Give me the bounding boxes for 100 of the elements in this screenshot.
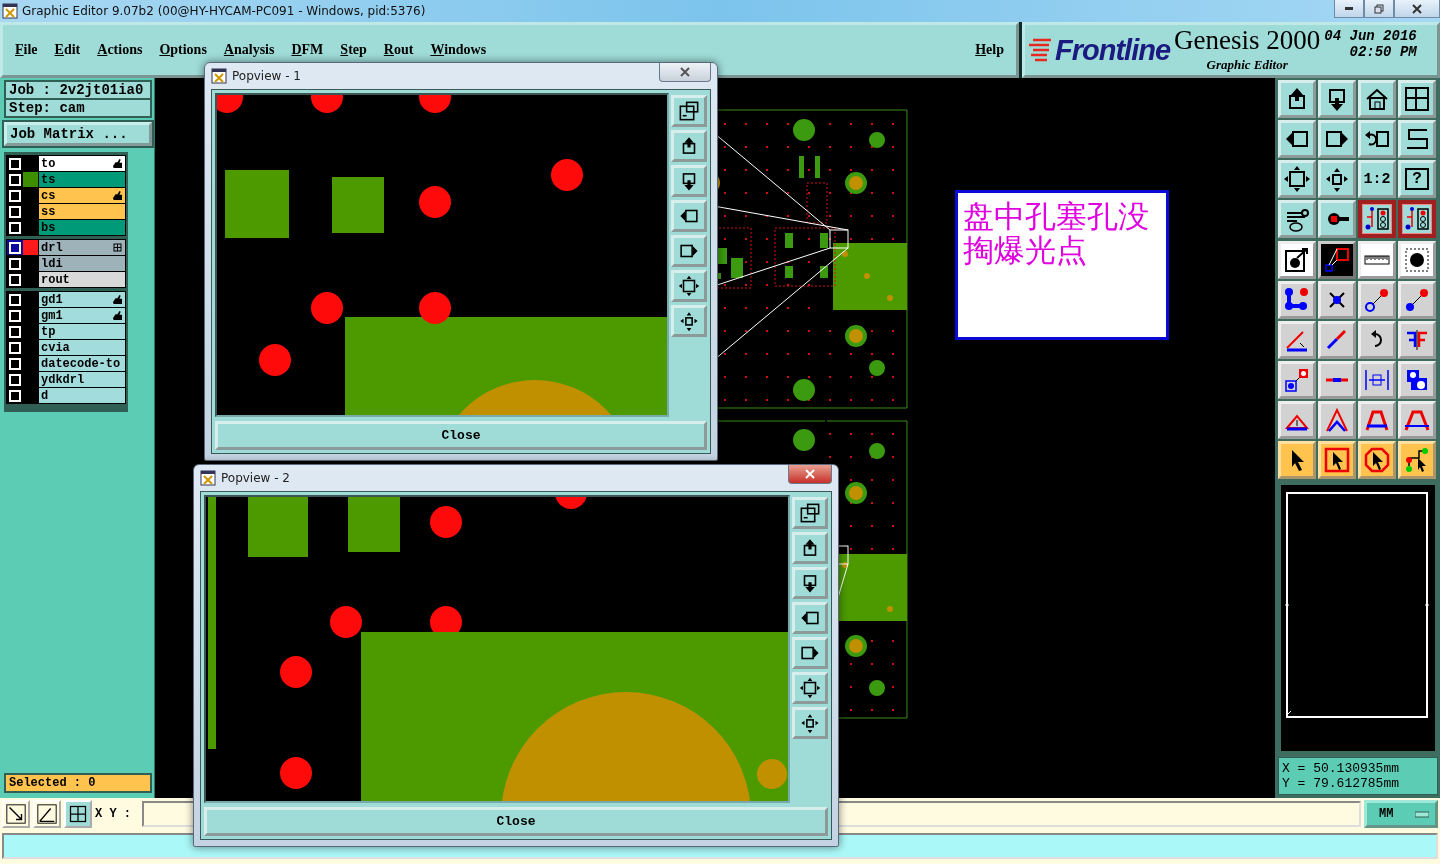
window-title: Popview - 1 [232, 69, 301, 83]
job-matrix-button[interactable]: Job Matrix ... [4, 122, 152, 146]
angle-icon [36, 803, 58, 825]
selection-count: Selected : 0 [4, 773, 152, 793]
layer-name[interactable]: gm1 [39, 308, 125, 323]
date-label: 04 Jun 2016 [1324, 28, 1417, 44]
window-grid-icon [1403, 85, 1431, 113]
route-icon [1403, 446, 1431, 474]
step-label: Step: cam [4, 100, 152, 118]
layer-selector[interactable] [7, 292, 23, 307]
close-button[interactable]: Close [215, 421, 707, 450]
window-title: Graphic Editor 9.07b2 (00@HY-HYCAM-PC091 - Windows, pid:5376) [22, 4, 427, 18]
xy-label: X Y : [95, 807, 132, 821]
layer-name[interactable]: to [39, 156, 125, 171]
brand-logo: Frontline [1055, 33, 1171, 67]
layer-name[interactable]: drl [39, 240, 125, 255]
app-icon [211, 68, 227, 84]
layer-name[interactable]: ts [39, 172, 125, 187]
layer-name[interactable]: cvia [39, 340, 125, 355]
layer-selector[interactable] [7, 340, 23, 355]
grid-icon [113, 243, 122, 252]
connect-icon [1403, 286, 1431, 314]
menu-item[interactable]: Windows [430, 42, 487, 58]
layer-selector[interactable] [7, 356, 23, 371]
window-close-button[interactable] [659, 63, 711, 82]
snap-icon [1323, 246, 1351, 274]
zoom-box-icon [799, 502, 821, 524]
menu-item[interactable]: Edit [54, 42, 81, 58]
expand-icon [678, 275, 700, 297]
app-icon [2, 3, 18, 19]
window-close-button[interactable] [788, 465, 832, 484]
layer-selector[interactable] [7, 172, 23, 187]
menu-item[interactable]: Options [159, 42, 207, 58]
product-name: Genesis 2000 [1174, 27, 1321, 53]
layer-name[interactable]: ldi [39, 256, 125, 271]
offset-icon [1283, 366, 1311, 394]
restore-icon [1374, 3, 1384, 14]
octagon-pointer-icon [1363, 446, 1391, 474]
expand-icon [799, 677, 821, 699]
layer-selector[interactable] [7, 240, 23, 255]
minimize-button[interactable] [1334, 0, 1364, 18]
menu-item[interactable]: Analysis [223, 42, 275, 58]
y-coordinate: Y = 79.612785mm [1282, 776, 1401, 791]
tool-button[interactable]: ? [1398, 160, 1436, 198]
connect-icon [1363, 286, 1391, 314]
layer-selector[interactable] [7, 388, 23, 403]
layer-name[interactable]: bs [39, 220, 125, 235]
circuit-icon [1403, 205, 1431, 233]
job-label: Job : 2v2jt01ia0 [4, 80, 152, 100]
layer-selector[interactable] [7, 324, 23, 339]
move-icon [799, 712, 821, 734]
units-dropdown[interactable]: MM [1364, 800, 1438, 828]
note-text: 盘中孔塞孔没掏爆光点 [963, 199, 1149, 267]
hand-icon [113, 159, 122, 168]
app-icon [200, 470, 216, 486]
layer-selector[interactable] [7, 272, 23, 287]
close-icon [1412, 3, 1422, 14]
window-title: Popview - 2 [221, 471, 290, 485]
circle-arrow-icon [1283, 246, 1311, 274]
menu-item[interactable]: Help [975, 42, 1004, 58]
product-subtitle: Graphic Editor [1206, 57, 1288, 73]
layer-selector[interactable] [7, 156, 23, 171]
tool-button[interactable] [1358, 200, 1396, 238]
segment-icon [1326, 377, 1348, 383]
expand-icon [1283, 165, 1311, 193]
close-icon [680, 67, 690, 77]
layer-name[interactable]: datecode-to [39, 356, 125, 371]
layer-selector[interactable] [7, 220, 23, 235]
layer-name[interactable]: ydkdrl [39, 372, 125, 387]
tool-button[interactable] [1398, 200, 1436, 238]
layer-name[interactable]: tp [39, 324, 125, 339]
close-button[interactable] [1394, 0, 1440, 18]
menu-item[interactable]: Step [340, 42, 367, 58]
dash-icon [1415, 810, 1429, 818]
menu-item[interactable]: DFM [291, 42, 324, 58]
window-grid-icon [68, 804, 88, 824]
layer-name[interactable]: gd1 [39, 292, 125, 307]
menu-item[interactable]: Actions [97, 42, 143, 58]
close-button[interactable]: Close [204, 807, 828, 836]
layer-selector[interactable] [7, 372, 23, 387]
layer-name[interactable]: cs [39, 188, 125, 203]
layer-name[interactable]: d [39, 388, 125, 403]
menu-item[interactable]: File [15, 42, 38, 58]
layer-name[interactable]: rout [39, 272, 125, 287]
layer-selector[interactable] [7, 256, 23, 271]
menu-item[interactable]: Rout [383, 42, 414, 58]
layer-selector[interactable] [7, 188, 23, 203]
hand-icon [113, 191, 122, 200]
layer-selector[interactable] [7, 204, 23, 219]
minimize-icon [1345, 7, 1353, 10]
time-label: 02:50 PM [1349, 44, 1417, 60]
triangle-icon [1323, 406, 1351, 434]
layer-selector[interactable] [7, 308, 23, 323]
x-coordinate: X = 50.130935mm [1282, 761, 1401, 776]
pad-icon [1403, 246, 1431, 274]
layer-name[interactable]: ss [39, 204, 125, 219]
tool-button[interactable]: 1:2 [1358, 160, 1396, 198]
move-icon [678, 310, 700, 332]
zoom-box-icon [678, 100, 700, 122]
boxed-pointer-icon [1323, 446, 1351, 474]
